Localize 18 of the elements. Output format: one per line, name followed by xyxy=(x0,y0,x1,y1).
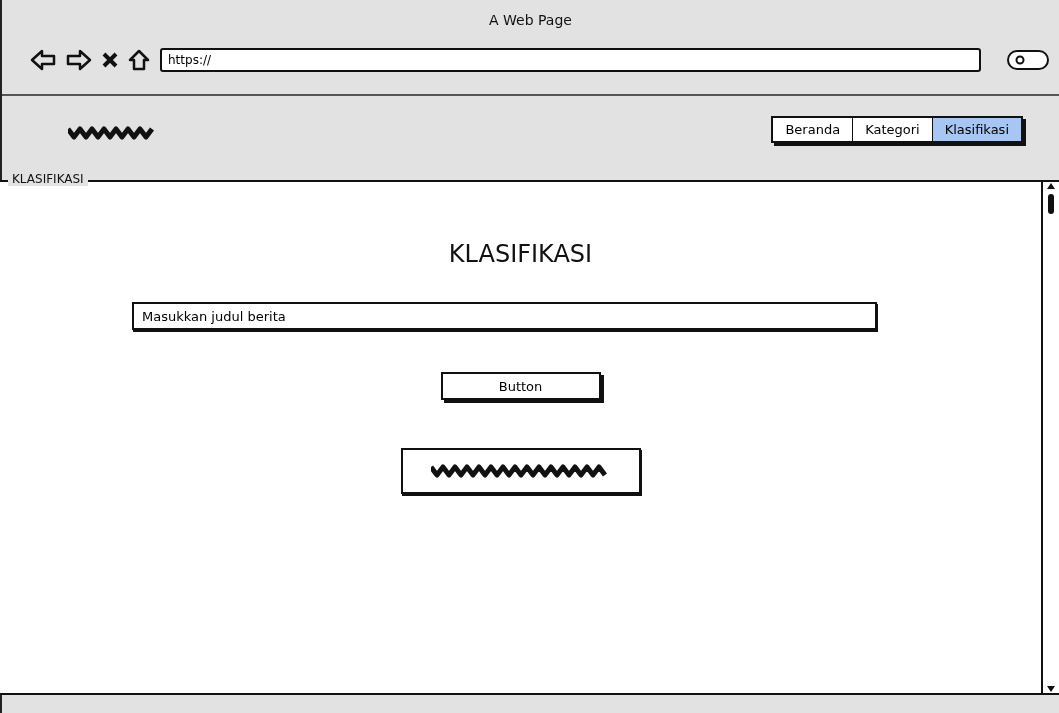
nav-tab[interactable]: Klasifikasi xyxy=(931,117,1021,141)
close-icon[interactable] xyxy=(102,52,118,68)
submit-button[interactable]: Button xyxy=(440,372,601,400)
window-title: A Web Page xyxy=(489,12,572,28)
forward-icon[interactable] xyxy=(66,49,92,71)
back-icon[interactable] xyxy=(30,49,56,71)
search-icon xyxy=(1015,55,1025,65)
search-field[interactable] xyxy=(1007,50,1049,70)
scrollbar[interactable] xyxy=(1041,180,1059,695)
home-icon[interactable] xyxy=(128,49,150,71)
scroll-up-icon[interactable] xyxy=(1046,182,1056,216)
url-field[interactable]: https:// xyxy=(160,48,981,72)
input-field[interactable]: Masukkan judul berita xyxy=(132,302,877,330)
nav-tab[interactable]: Beranda xyxy=(773,117,853,141)
nav-tab[interactable]: Kategori xyxy=(852,117,932,141)
page-heading: KLASIFIKASI xyxy=(448,240,593,268)
scroll-down-icon[interactable] xyxy=(1046,683,1056,693)
section-legend: KLASIFIKASI xyxy=(8,172,88,186)
